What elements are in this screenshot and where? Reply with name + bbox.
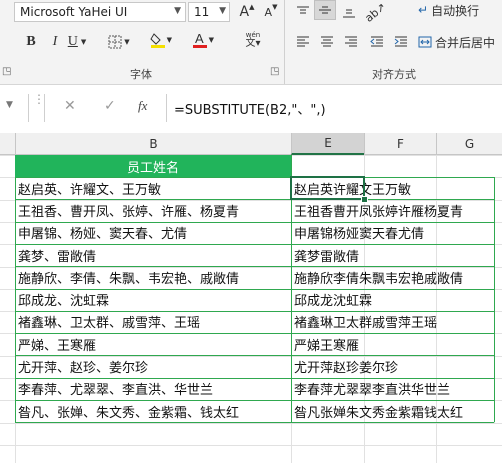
align-center-button[interactable] <box>316 32 338 52</box>
align-bottom-button[interactable] <box>338 2 360 22</box>
increase-font-icon: A <box>239 4 250 20</box>
italic-icon: I <box>52 34 58 49</box>
result-cell[interactable]: 李春萍尤翠翠李直洪华世兰 <box>291 378 494 400</box>
font-name-value: Microsoft YaHei UI <box>20 5 128 19</box>
result-cell[interactable]: 邱成龙沈虹霖 <box>291 289 494 311</box>
align-group-label: 对齐方式 <box>372 68 416 81</box>
align-top-icon <box>297 6 309 14</box>
column-header-g-label: G <box>464 136 475 151</box>
align-center-icon <box>321 36 333 47</box>
ribbon: Microsoft YaHei UI ▼ 11 ▼ A ▲ A ▼ ab↗ ↵ 自动… <box>0 0 502 85</box>
formula-input[interactable]: =SUBSTITUTE(B2,"、",) <box>174 99 326 118</box>
column-header-f[interactable]: F <box>364 133 436 155</box>
fill-handle[interactable] <box>361 196 368 204</box>
align-left-button[interactable] <box>292 32 314 52</box>
align-middle-icon <box>319 6 331 14</box>
enter-check-icon[interactable]: ✓ <box>104 98 116 114</box>
font-color-icon: A <box>193 31 207 48</box>
group-divider <box>284 0 285 84</box>
align-right-icon <box>345 36 357 47</box>
name-list-cell[interactable]: 龚梦、雷敞倩 <box>15 244 291 266</box>
result-cell[interactable]: 褚鑫琳卫太群戚雪萍王瑶 <box>291 311 494 333</box>
align-middle-button[interactable] <box>314 0 336 20</box>
result-cell[interactable]: 尤开萍赵珍姜尔珍 <box>291 355 494 377</box>
align-right-button[interactable] <box>340 32 362 52</box>
bold-icon: B <box>26 34 36 49</box>
wrap-text-icon: ↵ <box>418 3 429 17</box>
namebox-chevron-icon[interactable]: ▼ <box>6 100 13 110</box>
name-list-cell[interactable]: 褚鑫琳、卫太群、戚雪萍、王瑶 <box>15 311 291 333</box>
decrease-font-size-button[interactable]: A ▼ <box>260 2 282 22</box>
name-list-cell[interactable]: 李春萍、尤翠翠、李直洪、华世兰 <box>15 378 291 400</box>
decrease-font-icon: A <box>264 5 273 19</box>
name-list-cell[interactable]: 严娣、王寒雁 <box>15 333 291 355</box>
underline-icon: U <box>67 34 78 49</box>
result-cell[interactable]: 龚梦雷敞倩 <box>291 244 494 266</box>
dialog-launcher-icon[interactable]: ◳ <box>270 66 279 77</box>
align-bottom-icon <box>343 9 355 18</box>
align-top-button[interactable] <box>292 2 314 22</box>
name-list-cell[interactable]: 王祖香、曹开凤、张婷、许雁、杨夏青 <box>15 199 291 221</box>
orientation-icon: ab↗ <box>362 0 388 25</box>
font-name-dropdown[interactable]: Microsoft YaHei UI ▼ <box>14 2 186 22</box>
column-header-f-label: F <box>397 136 404 151</box>
orientation-button[interactable]: ab↗ <box>362 0 388 25</box>
phonetic-guide-button[interactable]: wén 文▾ <box>240 30 266 50</box>
column-header-e[interactable]: E <box>291 133 364 155</box>
borders-button[interactable]: ▼ <box>108 32 130 52</box>
svg-text:A: A <box>195 31 204 46</box>
result-cell[interactable]: 严娣王寒雁 <box>291 333 494 355</box>
column-header-b[interactable]: B <box>15 133 291 155</box>
column-header-e-label: E <box>324 136 332 150</box>
wrap-text-label: 自动换行 <box>431 3 480 18</box>
selected-cell-outline <box>290 176 365 201</box>
corner-header[interactable] <box>0 133 15 155</box>
name-list-cell[interactable]: 邱成龙、沈虹霖 <box>15 289 291 311</box>
borders-icon <box>108 35 122 49</box>
chevron-down-icon: ▼ <box>219 6 226 16</box>
formula-divider <box>28 94 29 122</box>
name-list-cell[interactable]: 赵启英、许耀文、王万敏 <box>15 177 291 199</box>
formula-bar: ▼ ⋮ ✕ ✓ fx =SUBSTITUTE(B2,"、",) <box>0 86 502 130</box>
name-list-cell[interactable]: 昝凡、张婵、朱文秀、金紫霜、钱太红 <box>15 400 291 422</box>
font-size-dropdown[interactable]: 11 ▼ <box>188 2 230 22</box>
header-cell-employee-name[interactable]: 员工姓名 <box>15 155 291 177</box>
fill-color-icon <box>150 33 165 48</box>
result-cell[interactable]: 申屠锦杨娅窦天春尤倩 <box>291 222 494 244</box>
font-size-value: 11 <box>194 5 210 19</box>
column-header-g[interactable]: G <box>436 133 502 155</box>
italic-button[interactable]: I <box>44 32 66 52</box>
dots-icon: ⋮ <box>33 92 45 106</box>
merge-center-label: 合并后居中 <box>435 35 496 50</box>
increase-indent-icon <box>394 36 407 47</box>
font-color-button[interactable]: A ▼ <box>192 30 214 50</box>
column-header-b-label: B <box>149 136 158 151</box>
align-left-icon <box>297 36 309 47</box>
cancel-icon[interactable]: ✕ <box>64 98 76 114</box>
result-cell[interactable]: 王祖香曹开凤张婷许雁杨夏青 <box>291 199 494 221</box>
increase-indent-button[interactable] <box>390 32 412 52</box>
merge-center-icon <box>418 36 432 48</box>
result-cell[interactable]: 昝凡张婵朱文秀金紫霜钱太红 <box>291 400 494 422</box>
underline-button[interactable]: U ▼ <box>66 32 88 52</box>
formula-divider-3 <box>166 94 167 122</box>
bold-button[interactable]: B <box>20 32 42 52</box>
increase-font-size-button[interactable]: A ▲ <box>236 2 258 22</box>
decrease-indent-button[interactable] <box>366 32 388 52</box>
result-cell[interactable]: 施静欣李倩朱飘韦宏艳戚敞倩 <box>291 266 494 288</box>
chevron-down-icon: ▼ <box>174 6 181 16</box>
wrap-text-button[interactable]: ↵ 自动换行 <box>418 0 500 20</box>
name-list-cell[interactable]: 施静欣、李倩、朱飘、韦宏艳、戚敞倩 <box>15 266 291 288</box>
insert-function-icon[interactable]: fx <box>138 98 147 114</box>
merge-center-button[interactable]: 合并后居中 <box>418 32 502 52</box>
name-list-cell[interactable]: 尤开萍、赵珍、姜尔珍 <box>15 355 291 377</box>
font-group-label: 字体 <box>130 68 152 81</box>
fill-color-button[interactable]: ▼ <box>150 30 172 50</box>
sheet-grid: 员工姓名 赵启英、许耀文、王万敏 赵启英许耀文王万敏 王祖香、曹开凤、张婷、许雁、杨… <box>0 155 502 463</box>
name-list-cell[interactable]: 申屠锦、杨娅、窦天春、尤倩 <box>15 222 291 244</box>
decrease-indent-icon <box>370 36 383 47</box>
dialog-launcher-icon-left[interactable]: ◳ <box>2 66 11 77</box>
